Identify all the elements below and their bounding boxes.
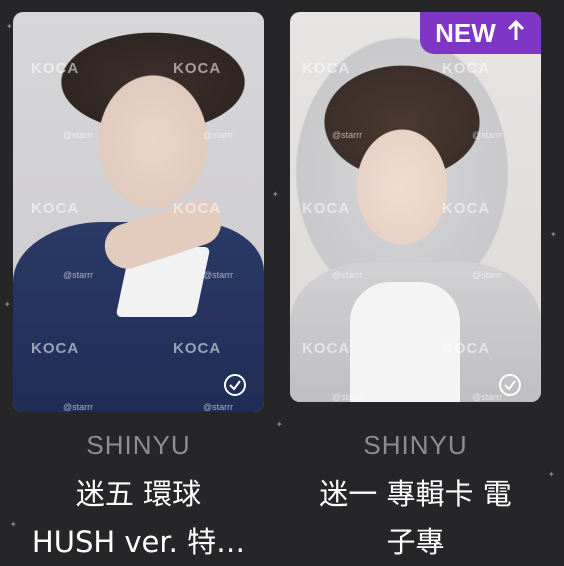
sparkle-icon: ✦ xyxy=(276,420,283,429)
owned-check-icon[interactable] xyxy=(224,374,246,396)
owned-check-icon[interactable] xyxy=(499,374,521,396)
watermark: KOCA xyxy=(173,340,222,357)
member-name: SHINYU xyxy=(363,430,468,460)
watermark: KOCA xyxy=(173,60,222,77)
watermark: KOCA xyxy=(442,60,491,77)
new-badge-label: NEW xyxy=(435,17,496,48)
sparkle-icon: ✦ xyxy=(6,22,13,31)
card-title: 迷五 環球 HUSH ver. 特… xyxy=(13,470,264,566)
new-badge: NEW xyxy=(420,12,541,54)
watermark: KOCA xyxy=(173,200,222,217)
watermark: KOCA xyxy=(302,60,351,77)
watermark: KOCA xyxy=(31,340,80,357)
sparkle-icon: ✦ xyxy=(548,470,555,479)
credit-text: @starrr xyxy=(472,392,503,402)
photocard-item[interactable]: KOCA KOCA KOCA KOCA KOCA KOCA @starrr @s… xyxy=(290,12,541,559)
watermark: KOCA xyxy=(302,200,351,217)
member-name: SHINYU xyxy=(86,430,191,460)
card-title-line: 迷五 環球 xyxy=(75,477,202,511)
watermark: KOCA xyxy=(31,200,80,217)
credit-text: @starrr xyxy=(203,270,234,280)
credit-text: @starrr xyxy=(203,402,234,412)
watermark: KOCA xyxy=(442,340,491,357)
credit-text: @starrr xyxy=(63,270,94,280)
sparkle-icon: ✦ xyxy=(10,520,17,529)
credit-text: @starrr xyxy=(63,402,94,412)
watermark: KOCA xyxy=(302,340,351,357)
card-title-line: HUSH ver. 特… xyxy=(31,525,246,559)
credit-text: @starrr xyxy=(472,130,503,140)
watermark: KOCA xyxy=(442,200,491,217)
card-title-line: 迷一 專輯卡 電 xyxy=(319,477,512,511)
sparkle-icon: ✦ xyxy=(4,300,11,309)
credit-text: @starrr xyxy=(332,270,363,280)
sparkle-icon: ✦ xyxy=(550,230,557,239)
card-title: 迷一 專輯卡 電 子專 xyxy=(290,470,541,566)
photocard-item[interactable]: KOCA KOCA KOCA KOCA KOCA KOCA @starrr @s… xyxy=(13,12,264,559)
photocard-image[interactable]: KOCA KOCA KOCA KOCA KOCA KOCA @starrr @s… xyxy=(290,12,541,402)
watermark: KOCA xyxy=(31,60,80,77)
card-title-line: 子專 xyxy=(386,525,445,559)
credit-text: @starrr xyxy=(203,130,234,140)
credit-text: @starrr xyxy=(332,130,363,140)
credit-text: @starrr xyxy=(332,392,363,402)
credit-text: @starrr xyxy=(63,130,94,140)
credit-text: @starrr xyxy=(472,270,503,280)
arrow-up-icon xyxy=(506,18,526,49)
sparkle-icon: ✦ xyxy=(272,190,279,199)
photocard-image[interactable]: KOCA KOCA KOCA KOCA KOCA KOCA @starrr @s… xyxy=(13,12,264,412)
